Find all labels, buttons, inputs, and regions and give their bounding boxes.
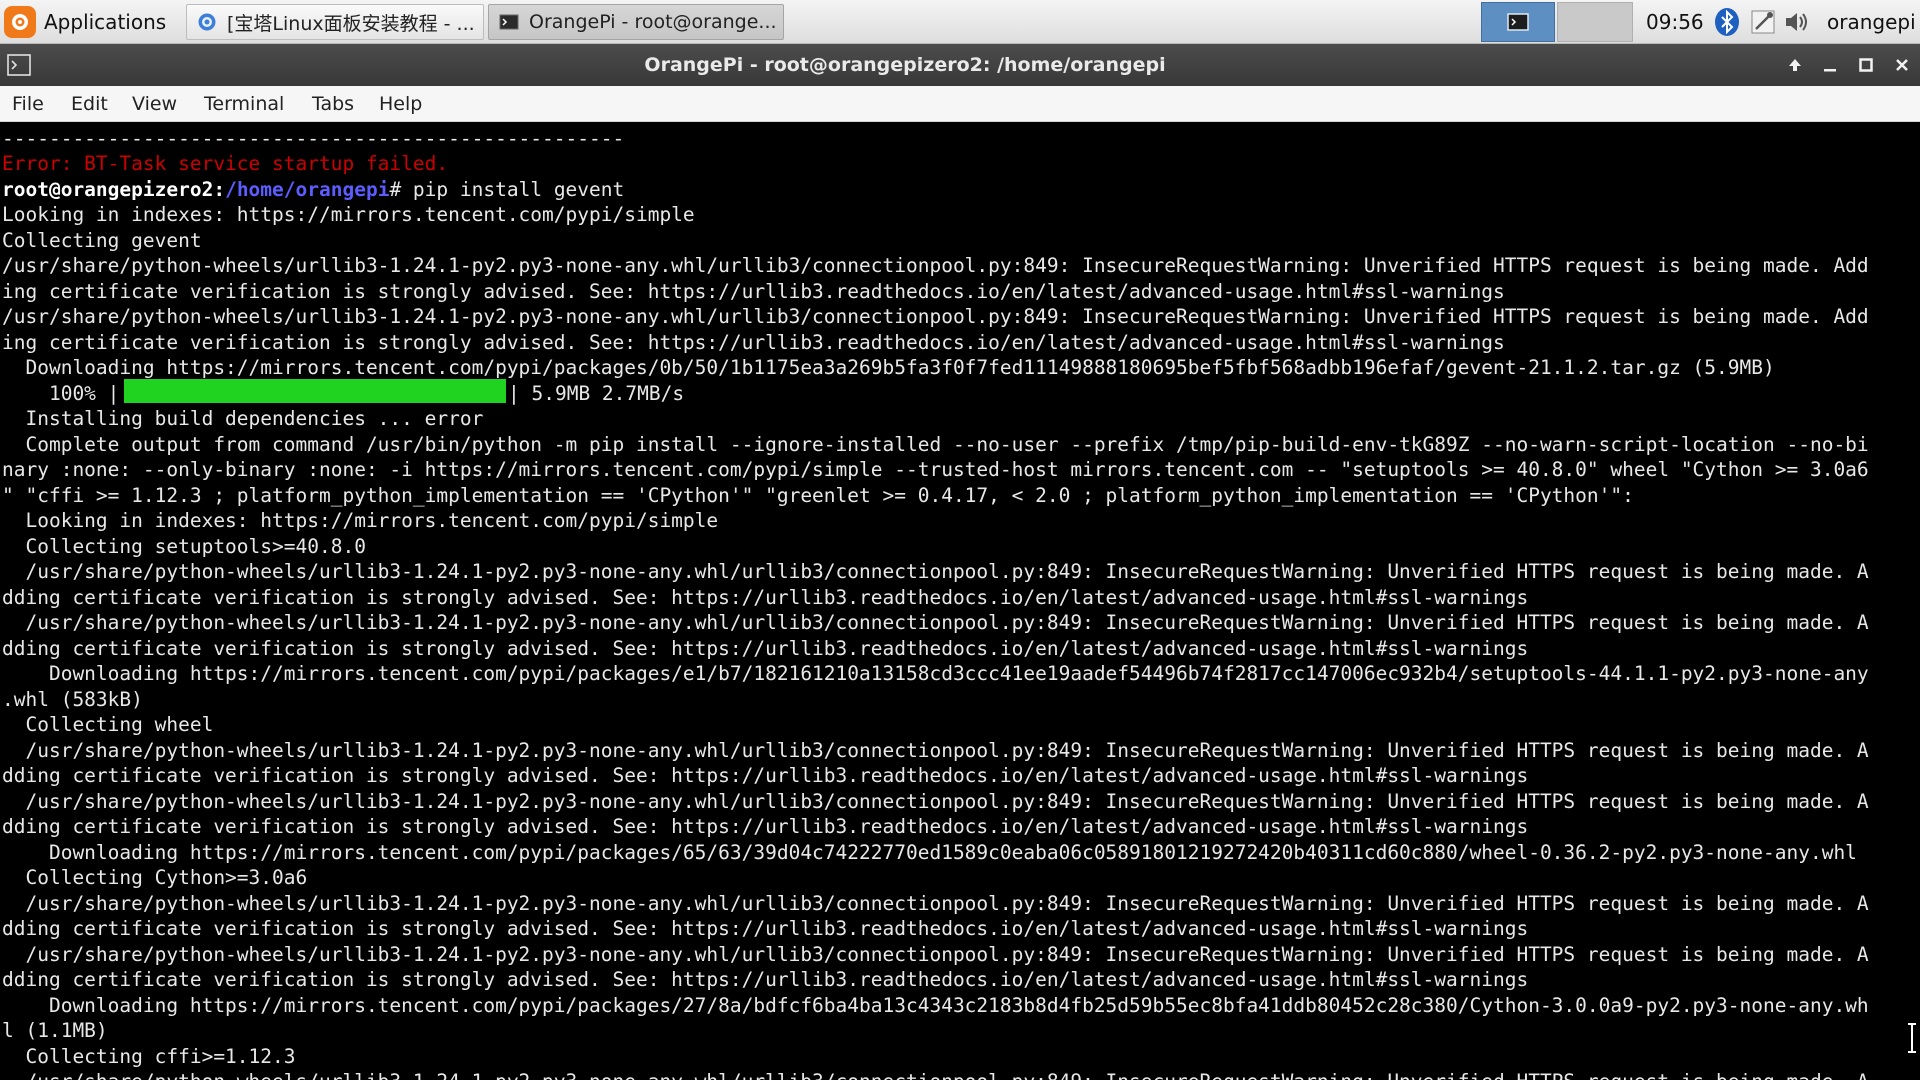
terminal-error-line: Error: BT-Task service startup failed. <box>2 152 449 175</box>
terminal-line: /usr/share/python-wheels/urllib3-1.24.1-… <box>2 611 1869 634</box>
terminal-line: nary :none: --only-binary :none: -i http… <box>2 458 1869 481</box>
window-close-button[interactable] <box>1890 53 1914 77</box>
menu-view[interactable]: View <box>132 86 177 122</box>
network-icon[interactable] <box>1748 7 1778 37</box>
window-title: OrangePi - root@orangepizero2: /home/ora… <box>644 54 1166 76</box>
taskbar: Applications [宝塔Linux面板安装教程 - ... Orange… <box>0 0 1920 44</box>
terminal-line: Installing build dependencies ... error <box>2 407 484 430</box>
terminal-line: /usr/share/python-wheels/urllib3-1.24.1-… <box>2 254 1869 277</box>
terminal-line: Collecting gevent <box>2 229 202 252</box>
taskbar-task-browser[interactable]: [宝塔Linux面板安装教程 - ... <box>186 4 484 40</box>
terminal-line: ----------------------------------------… <box>2 127 625 150</box>
terminal-line: dding certificate verification is strong… <box>2 917 1529 940</box>
download-progress-stats: | 5.9MB 2.7MB/s <box>508 382 685 405</box>
download-progress-percent: 100% | <box>2 382 120 405</box>
maximize-icon <box>1859 58 1873 72</box>
window-titlebar[interactable]: OrangePi - root@orangepizero2: /home/ora… <box>0 44 1920 86</box>
menu-terminal[interactable]: Terminal <box>204 86 284 122</box>
terminal-line: Looking in indexes: https://mirrors.tenc… <box>2 203 695 226</box>
minimize-icon <box>1824 69 1836 72</box>
terminal-line: " "cffi >= 1.12.3 ; platform_python_impl… <box>2 484 1634 507</box>
terminal-line: Collecting wheel <box>2 713 214 736</box>
workspace-2-button[interactable] <box>1557 2 1633 42</box>
terminal-line: /usr/share/python-wheels/urllib3-1.24.1-… <box>2 892 1869 915</box>
terminal-line: l (1.1MB) <box>2 1019 108 1042</box>
workspace-1-button[interactable] <box>1481 2 1555 42</box>
terminal-line: Downloading https://mirrors.tencent.com/… <box>2 841 1857 864</box>
terminal-line: .whl (583kB) <box>2 688 143 711</box>
terminal-line: Collecting Cython>=3.0a6 <box>2 866 308 889</box>
text-cursor-icon <box>1908 1023 1916 1053</box>
terminal-icon <box>499 14 519 30</box>
terminal-line: Looking in indexes: https://mirrors.tenc… <box>2 509 719 532</box>
terminal-line: ing certificate verification is strongly… <box>2 331 1505 354</box>
terminal-line: dding certificate verification is strong… <box>2 815 1529 838</box>
browser-icon <box>198 13 216 31</box>
terminal-line: Downloading https://mirrors.tencent.com/… <box>2 356 1775 379</box>
menu-bar: File Edit View Terminal Tabs Help <box>0 86 1920 122</box>
applications-label: Applications <box>44 10 167 34</box>
menu-tabs[interactable]: Tabs <box>312 86 354 122</box>
terminal-line: ing certificate verification is strongly… <box>2 280 1505 303</box>
terminal-line: Downloading https://mirrors.tencent.com/… <box>2 994 1869 1017</box>
volume-icon[interactable] <box>1782 7 1812 37</box>
terminal-icon <box>1507 13 1529 31</box>
terminal-prompt-line: root@orangepizero2:/home/orangepi# pip i… <box>2 178 625 201</box>
terminal-line: Collecting cffi>=1.12.3 <box>2 1045 296 1068</box>
window-shade-button[interactable] <box>1783 53 1807 77</box>
download-progress-bar <box>124 379 506 403</box>
terminal-line: /usr/share/python-wheels/urllib3-1.24.1-… <box>2 1069 1868 1080</box>
menu-edit[interactable]: Edit <box>71 86 108 122</box>
terminal-line: dding certificate verification is strong… <box>2 764 1529 787</box>
terminal-line: Collecting setuptools>=40.8.0 <box>2 535 366 558</box>
taskbar-task-terminal-label: OrangePi - root@orange... <box>529 11 777 33</box>
terminal-line: /usr/share/python-wheels/urllib3-1.24.1-… <box>2 560 1869 583</box>
prompt-path: /home/orangepi <box>225 178 390 201</box>
applications-logo-icon <box>4 6 36 38</box>
prompt-user-host: root@orangepizero2 <box>2 178 214 201</box>
window-minimize-button[interactable] <box>1818 53 1842 77</box>
taskbar-task-terminal[interactable]: OrangePi - root@orange... <box>488 4 784 40</box>
applications-menu-button[interactable]: Applications <box>4 3 166 41</box>
terminal-line: dding certificate verification is strong… <box>2 637 1529 660</box>
terminal-line: /usr/share/python-wheels/urllib3-1.24.1-… <box>2 305 1869 328</box>
terminal-line: Complete output from command /usr/bin/py… <box>2 433 1869 456</box>
taskbar-task-browser-label: [宝塔Linux面板安装教程 - ... <box>227 12 475 35</box>
prompt-command: # pip install gevent <box>389 178 625 201</box>
terminal-line: dding certificate verification is strong… <box>2 586 1529 609</box>
window-maximize-button[interactable] <box>1854 53 1878 77</box>
terminal-line: /usr/share/python-wheels/urllib3-1.24.1-… <box>2 739 1869 762</box>
terminal-line: /usr/share/python-wheels/urllib3-1.24.1-… <box>2 790 1869 813</box>
menu-file[interactable]: File <box>12 86 44 122</box>
arrow-up-icon <box>1789 59 1801 71</box>
user-menu[interactable]: orangepi <box>1827 0 1916 44</box>
clock[interactable]: 09:56 <box>1646 0 1704 44</box>
menu-help[interactable]: Help <box>379 86 422 122</box>
terminal-line: Downloading https://mirrors.tencent.com/… <box>2 662 1869 685</box>
terminal-line: /usr/share/python-wheels/urllib3-1.24.1-… <box>2 943 1869 966</box>
terminal-line: dding certificate verification is strong… <box>2 968 1529 991</box>
close-icon <box>1896 59 1908 71</box>
terminal-output[interactable]: ----------------------------------------… <box>0 122 1920 1080</box>
bluetooth-icon[interactable] <box>1712 7 1742 37</box>
